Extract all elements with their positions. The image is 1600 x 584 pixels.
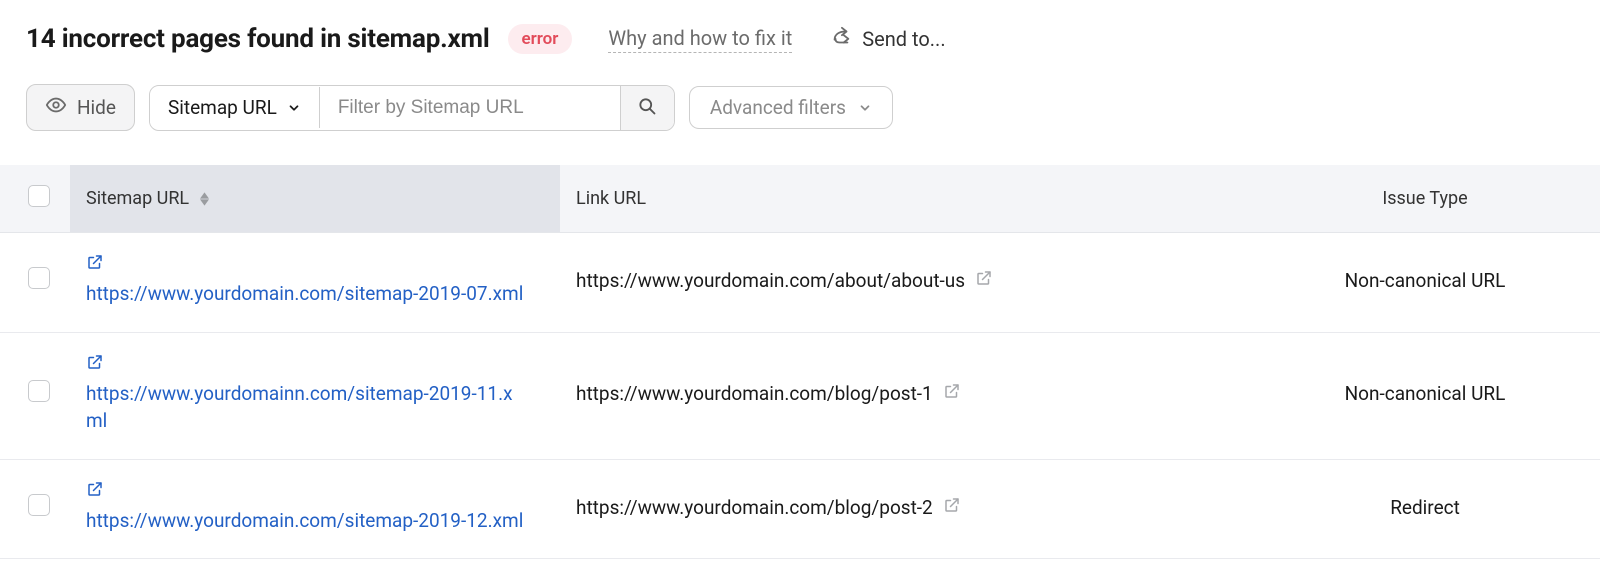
external-link-icon[interactable] xyxy=(86,253,544,276)
external-link-icon[interactable] xyxy=(943,382,961,405)
hide-button[interactable]: Hide xyxy=(26,84,135,131)
filter-field-select[interactable]: Sitemap URL xyxy=(150,87,320,128)
filter-input[interactable] xyxy=(320,88,620,128)
sitemap-url-link[interactable]: https://www.yourdomainn.com/sitemap-2019… xyxy=(86,380,526,435)
eye-icon xyxy=(45,94,67,121)
chevron-down-icon xyxy=(287,101,301,115)
table-row: https://www.yourdomain.com/sitemap-2019-… xyxy=(0,459,1600,559)
issue-type: Redirect xyxy=(1390,496,1460,519)
col-header-issue[interactable]: Issue Type xyxy=(1250,165,1600,233)
external-link-icon[interactable] xyxy=(975,269,993,292)
filter-field-label: Sitemap URL xyxy=(168,96,277,119)
row-checkbox[interactable] xyxy=(28,380,50,402)
table-row: https://www.yourdomainn.com/sitemap-2019… xyxy=(0,332,1600,459)
error-badge: error xyxy=(508,24,573,54)
col-header-sitemap-label: Sitemap URL xyxy=(86,188,189,209)
hide-label: Hide xyxy=(77,96,116,119)
link-url-text: https://www.yourdomain.com/blog/post-2 xyxy=(576,496,933,519)
results-table: Sitemap URL Link URL Issue Type https://… xyxy=(0,165,1600,559)
table-header-row: Sitemap URL Link URL Issue Type xyxy=(0,165,1600,233)
select-all-checkbox[interactable] xyxy=(28,185,50,207)
sitemap-url-link[interactable]: https://www.yourdomain.com/sitemap-2019-… xyxy=(86,507,526,535)
search-button[interactable] xyxy=(620,86,674,130)
col-header-link[interactable]: Link URL xyxy=(560,165,1250,233)
header: 14 incorrect pages found in sitemap.xml … xyxy=(26,24,1574,54)
share-arrow-icon xyxy=(830,26,852,53)
link-url-text: https://www.yourdomain.com/blog/post-1 xyxy=(576,382,933,405)
issue-type: Non-canonical URL xyxy=(1345,269,1506,292)
external-link-icon[interactable] xyxy=(943,496,961,519)
sitemap-url-link[interactable]: https://www.yourdomain.com/sitemap-2019-… xyxy=(86,280,526,308)
search-icon xyxy=(637,96,657,120)
issue-type: Non-canonical URL xyxy=(1345,382,1506,405)
filter-group: Sitemap URL xyxy=(149,85,675,131)
col-header-checkbox xyxy=(0,165,70,233)
advanced-filters-button[interactable]: Advanced filters xyxy=(689,86,893,129)
sort-indicator-icon xyxy=(200,192,209,206)
external-link-icon[interactable] xyxy=(86,480,544,503)
col-header-link-label: Link URL xyxy=(576,188,646,209)
col-header-sitemap[interactable]: Sitemap URL xyxy=(70,165,560,233)
controls: Hide Sitemap URL Advanced filters xyxy=(26,84,1574,131)
external-link-icon[interactable] xyxy=(86,353,544,376)
link-url-text: https://www.yourdomain.com/about/about-u… xyxy=(576,269,965,292)
page-title: 14 incorrect pages found in sitemap.xml xyxy=(26,24,490,54)
advanced-filters-label: Advanced filters xyxy=(710,96,846,119)
send-to-label: Send to... xyxy=(862,27,945,51)
help-link[interactable]: Why and how to fix it xyxy=(608,26,792,53)
row-checkbox[interactable] xyxy=(28,267,50,289)
col-header-issue-label: Issue Type xyxy=(1382,188,1467,209)
row-checkbox[interactable] xyxy=(28,494,50,516)
send-to-button[interactable]: Send to... xyxy=(830,26,945,53)
chevron-down-icon xyxy=(858,101,872,115)
table-row: https://www.yourdomain.com/sitemap-2019-… xyxy=(0,233,1600,333)
